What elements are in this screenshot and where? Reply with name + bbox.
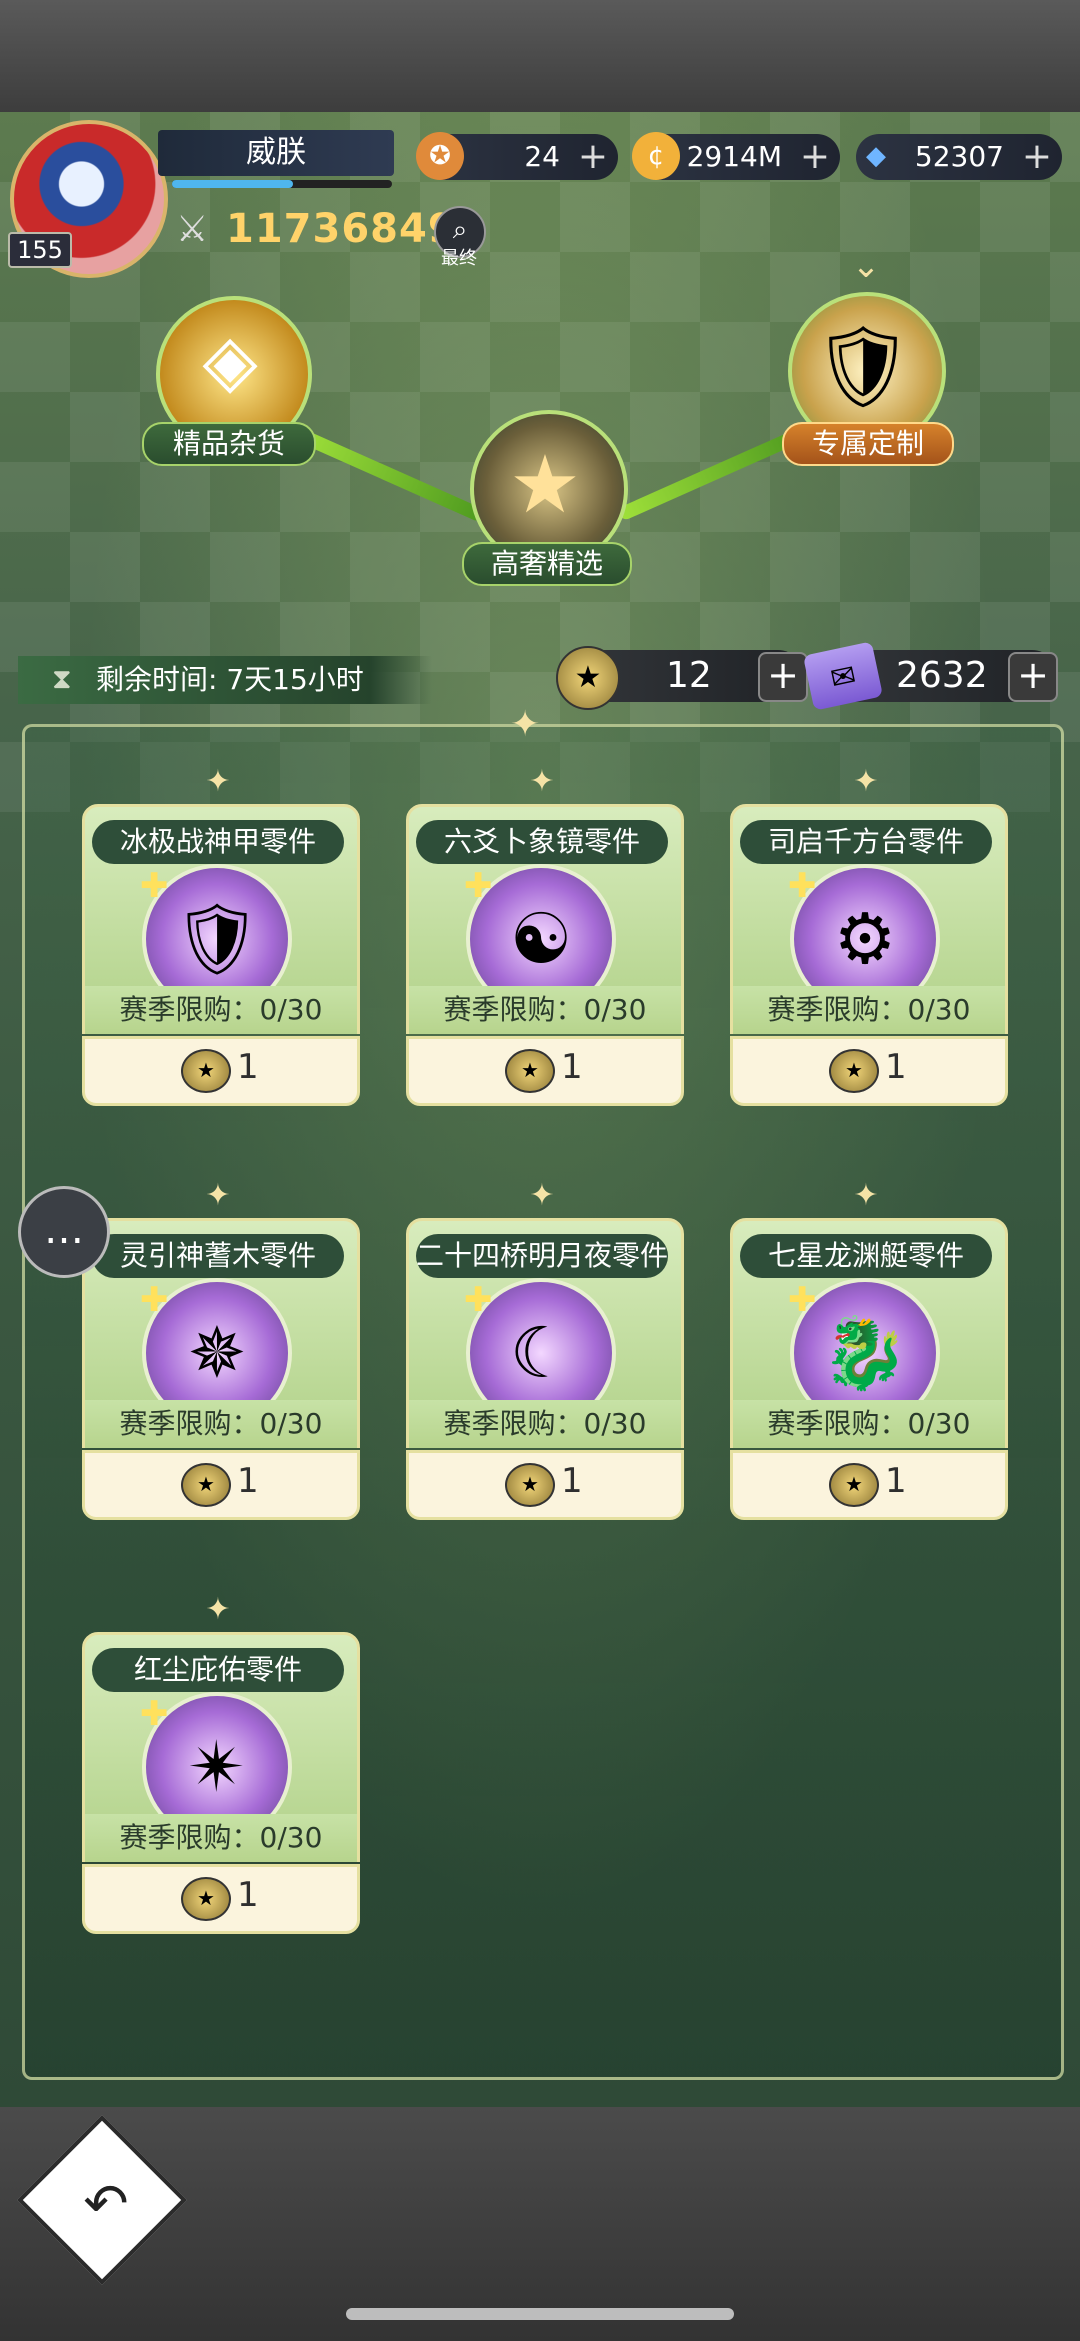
puzzle-piece-icon: ✚ (464, 866, 493, 906)
price-button[interactable]: ★ 1 (82, 1036, 360, 1106)
chevron-down-icon: ⌄ (851, 246, 881, 286)
sparkle-icon: ✦ (205, 1592, 231, 1627)
shop-item-card[interactable]: ✦ 七星龙渊艇零件 🐉 ✚ 赛季限购：0/30 ★ 1 (730, 1178, 1008, 1558)
puzzle-piece-icon: ✚ (140, 1694, 169, 1734)
sparkle-icon: ✦ (529, 1178, 555, 1213)
star-coin-icon: ★ (181, 1877, 231, 1921)
price-value: 1 (885, 1461, 907, 1501)
back-arrow-icon: ↶ (83, 2172, 129, 2235)
price-value: 1 (561, 1461, 583, 1501)
diamond-emblem-icon: ◈ (202, 318, 258, 402)
puzzle-piece-icon: ✚ (140, 866, 169, 906)
star-coin-icon: ★ (181, 1463, 231, 1507)
sparkle-icon: ✦ (205, 1178, 231, 1213)
resource-gold: ¢ 2914M + (632, 132, 840, 180)
diamond-value: 52307 (914, 140, 1004, 173)
shop-item-card[interactable]: ✦ 六爻卜象镜零件 ☯ ✚ 赛季限购：0/30 ★ 1 (406, 764, 684, 1144)
star-coin-icon: ★ (556, 646, 620, 710)
purchase-limit: 赛季限购：0/30 (82, 1400, 360, 1448)
price-value: 1 (237, 1461, 259, 1501)
purchase-limit: 赛季限购：0/30 (730, 1400, 1008, 1448)
armor-emblem-icon: 🛡 (812, 320, 914, 413)
star-coin-icon: ★ (505, 1463, 555, 1507)
price-value: 1 (561, 1047, 583, 1087)
purchase-limit: 赛季限购：0/30 (730, 986, 1008, 1034)
star-coin-icon: ★ (829, 1463, 879, 1507)
sparkle-icon: ✦ (205, 764, 231, 799)
add-badge-currency-button[interactable]: + (578, 134, 608, 180)
tab-luxury-selection[interactable]: 高奢精选 (462, 542, 632, 586)
sparkle-icon: ✦ (529, 764, 555, 799)
star-coin-icon: ★ (505, 1049, 555, 1093)
add-star-coin-button[interactable]: + (758, 652, 808, 702)
purchase-limit: 赛季限购：0/30 (82, 1814, 360, 1862)
puzzle-piece-icon: ✚ (140, 1280, 169, 1320)
tab-exclusive-custom[interactable]: 专属定制 (782, 422, 954, 466)
price-value: 1 (237, 1047, 259, 1087)
shop-item-card[interactable]: ✦ 二十四桥明月夜零件 ☾ ✚ 赛季限购：0/30 ★ 1 (406, 1178, 684, 1558)
price-value: 1 (885, 1047, 907, 1087)
puzzle-piece-icon: ✚ (788, 1280, 817, 1320)
item-name: 冰极战神甲零件 (92, 820, 344, 864)
purchase-limit: 赛季限购：0/30 (406, 986, 684, 1034)
star-coin-value: 12 (666, 655, 712, 696)
home-indicator (346, 2308, 734, 2320)
puzzle-piece-icon: ✚ (464, 1280, 493, 1320)
badge-currency-value: 24 (524, 140, 560, 173)
panel-ornament-icon: ✦ (510, 704, 541, 745)
diamond-icon: ◆ (866, 141, 886, 171)
sparkle-icon: ✦ (853, 764, 879, 799)
add-diamond-button[interactable]: + (1022, 134, 1052, 180)
purchase-limit: 赛季限购：0/30 (406, 1400, 684, 1448)
price-button[interactable]: ★ 1 (82, 1864, 360, 1934)
player-level: 155 (8, 232, 72, 268)
status-bar (0, 0, 1080, 112)
item-name: 红尘庇佑零件 (92, 1648, 344, 1692)
shop-item-card[interactable]: ✦ 司启千方台零件 ⚙ ✚ 赛季限购：0/30 ★ 1 (730, 764, 1008, 1144)
hourglass-icon: ⧗ (52, 662, 72, 695)
crossed-swords-icon: ⚔ (176, 209, 209, 250)
star-coin-emblem-icon: ★ (509, 438, 581, 531)
star-coin-icon: ★ (181, 1049, 231, 1093)
gold-value: 2914M (686, 140, 782, 173)
price-value: 1 (237, 1875, 259, 1915)
add-ticket-button[interactable]: + (1008, 652, 1058, 702)
item-name: 二十四桥明月夜零件 (416, 1234, 668, 1278)
item-name: 司启千方台零件 (740, 820, 992, 864)
add-gold-button[interactable]: + (800, 134, 830, 180)
price-button[interactable]: ★ 1 (730, 1036, 1008, 1106)
item-name: 七星龙渊艇零件 (740, 1234, 992, 1278)
price-button[interactable]: ★ 1 (406, 1450, 684, 1520)
price-button[interactable]: ★ 1 (406, 1036, 684, 1106)
item-name: 六爻卜象镜零件 (416, 820, 668, 864)
shop-item-card[interactable]: ✦ 灵引神蓍木零件 ✵ ✚ 赛季限购：0/30 ★ 1 (82, 1178, 360, 1558)
resource-diamond: ◆ 52307 + (856, 134, 1062, 180)
exp-bar-fill (172, 180, 293, 188)
player-name: 威朕 (158, 130, 394, 176)
shop-item-card[interactable]: ✦ 红尘庇佑零件 ✴ ✚ 赛季限购：0/30 ★ 1 (82, 1592, 360, 1972)
gold-coin-icon: ¢ (632, 132, 680, 180)
chat-bubble-button[interactable]: … (18, 1186, 110, 1278)
tab-premium-goods[interactable]: 精品杂货 (142, 422, 316, 466)
shop-item-card[interactable]: ✦ 冰极战神甲零件 🛡 ✚ 赛季限购：0/30 ★ 1 (82, 764, 360, 1144)
puzzle-piece-icon: ✚ (788, 866, 817, 906)
search-label: 最终 (441, 248, 477, 269)
badge-currency-icon: ✪ (416, 132, 464, 180)
remaining-time-text: 剩余时间: 7天15小时 (96, 663, 364, 696)
purchase-limit: 赛季限购：0/30 (82, 986, 360, 1034)
ticket-value: 2632 (896, 655, 988, 696)
item-name: 灵引神蓍木零件 (92, 1234, 344, 1278)
resource-badge-currency: ✪ 24 + (416, 132, 618, 180)
star-coin-icon: ★ (829, 1049, 879, 1093)
price-button[interactable]: ★ 1 (82, 1450, 360, 1520)
sparkle-icon: ✦ (853, 1178, 879, 1213)
price-button[interactable]: ★ 1 (730, 1450, 1008, 1520)
